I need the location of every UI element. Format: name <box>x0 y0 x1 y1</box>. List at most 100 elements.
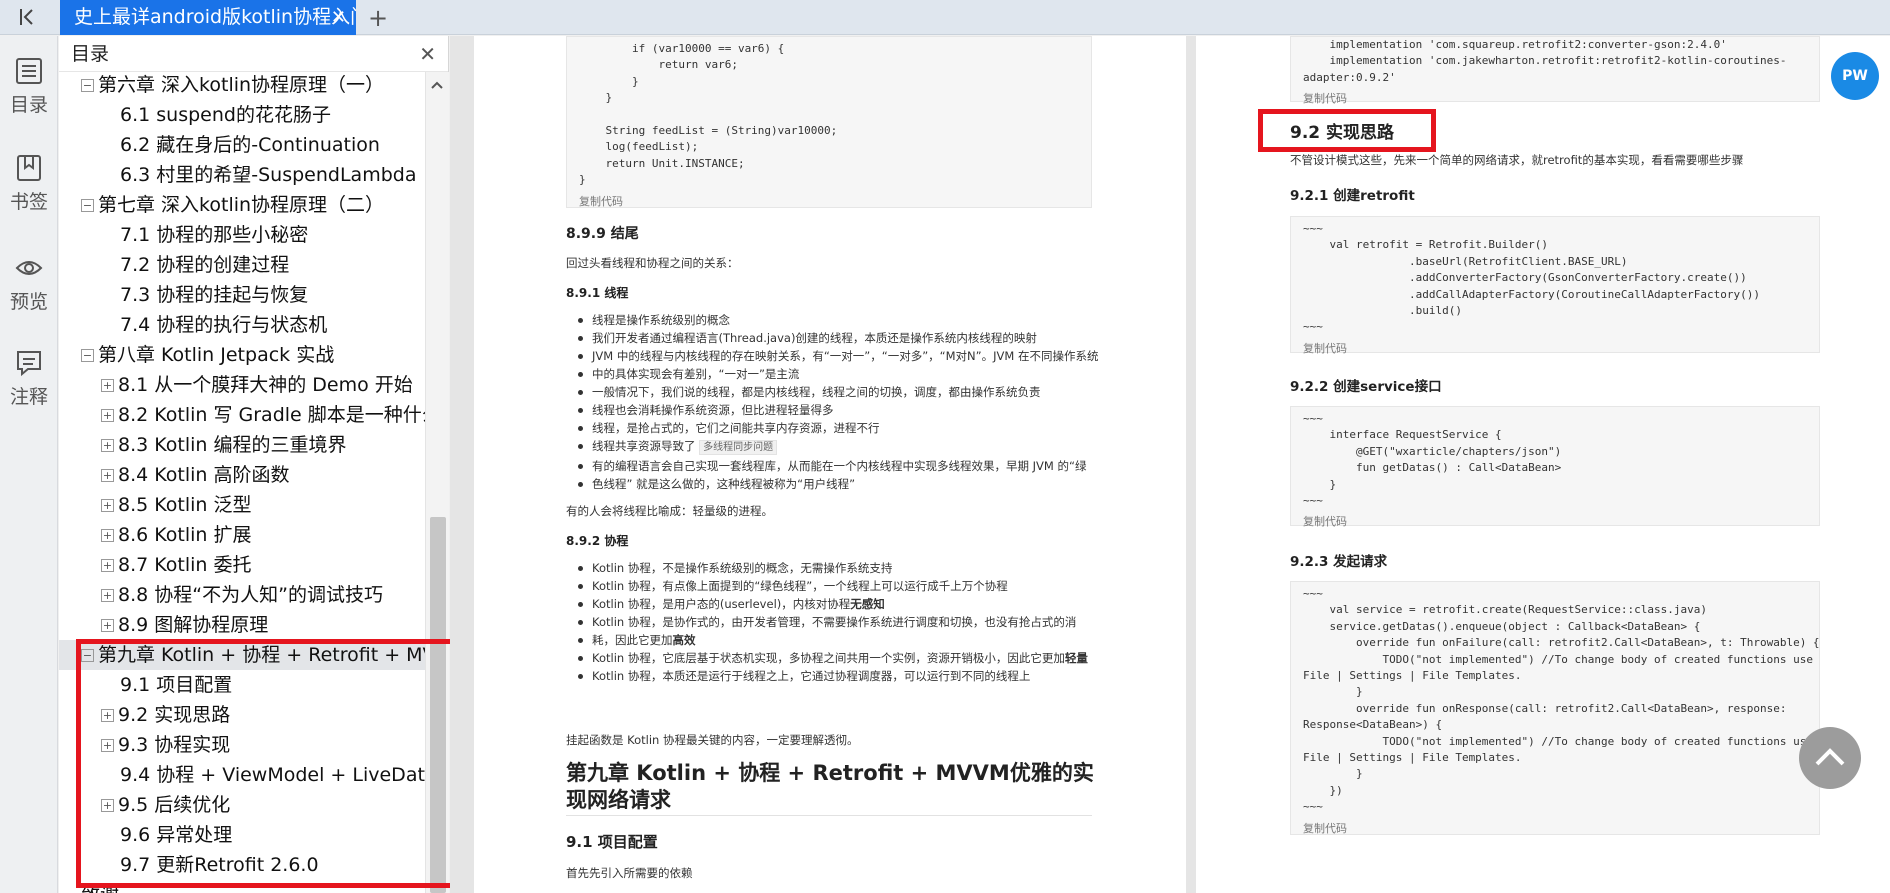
copy-code-link[interactable]: 复制代码 <box>567 193 1091 209</box>
toc-item[interactable]: 7.3 协程的挂起与恢复 <box>59 280 425 310</box>
code-text: ~~~ val service = retrofit.create(Reques… <box>1303 587 1820 814</box>
code-block: ~~~ val retrofit = Retrofit.Builder() .b… <box>1290 216 1820 356</box>
translate-icon: PW <box>1842 68 1868 84</box>
list-item: Kotlin 协程，是用户态的(userlevel)，内核对协程无感知 <box>566 595 1186 613</box>
toc-item-label: 第七章 深入kotlin协程原理（二） <box>98 194 385 216</box>
copy-code-link[interactable]: 复制代码 <box>1291 820 1819 836</box>
copy-code-link[interactable]: 复制代码 <box>1291 513 1819 529</box>
bold-text: 轻量 <box>1064 651 1088 665</box>
toc-item-label: 7.4 协程的执行与状态机 <box>120 314 328 336</box>
toc-item[interactable]: 7.2 协程的创建过程 <box>59 250 425 280</box>
comment-icon <box>17 351 41 377</box>
code-block: ~~~ interface RequestService { @GET("wxa… <box>1290 406 1820 529</box>
bold-text: 高效 <box>672 633 696 647</box>
toc-item-label: 第八章 Kotlin Jetpack 实战 <box>98 344 335 366</box>
list-icon <box>16 58 42 84</box>
toc-item[interactable]: +8.1 从一个膜拜大神的 Demo 开始 <box>59 370 425 400</box>
collapse-icon[interactable]: − <box>81 199 94 212</box>
copy-code-link[interactable]: 复制代码 <box>1291 90 1819 106</box>
expand-icon[interactable]: + <box>101 469 114 482</box>
paragraph: 首先先引入所需要的依赖 <box>566 866 693 880</box>
rail-comments[interactable]: 注释 <box>0 348 58 409</box>
toc-item[interactable]: +8.8 协程“不为人知”的调试技巧 <box>59 580 425 610</box>
toc-item[interactable]: 7.4 协程的执行与状态机 <box>59 310 425 340</box>
collapse-icon[interactable]: − <box>81 349 94 362</box>
collapse-icon[interactable]: − <box>81 79 94 92</box>
toc-item[interactable]: 7.1 协程的那些小秘密 <box>59 220 425 250</box>
toc-item-label: 7.3 协程的挂起与恢复 <box>120 284 309 306</box>
bookmark-icon <box>17 155 41 181</box>
list-item-text: 耗，因此它更加 <box>592 633 673 647</box>
list-item-cont: 中的具体实现会有差别，“一对一”是主流 <box>566 365 1186 383</box>
expand-icon[interactable]: + <box>101 379 114 392</box>
inline-code-chip: 多线程同步问题 <box>699 440 778 455</box>
list-item-text: Kotlin 协程，它底层基于状态机实现，多协程之间共用一个实例，资源开销极小，… <box>592 651 1065 665</box>
list-item-cont: 耗，因此它更加高效 <box>566 631 1186 649</box>
rail-bookmarks[interactable]: 书签 <box>0 153 58 214</box>
rail-bookmarks-label: 书签 <box>9 191 48 213</box>
list-item: Kotlin 协程，不是操作系统级别的概念，无需操作系统支持 <box>566 559 1186 577</box>
code-text: ~~~ val retrofit = Retrofit.Builder() .b… <box>1303 222 1760 334</box>
rail-toc[interactable]: 目录 <box>0 56 58 117</box>
list-item: Kotlin 协程，有点像上面提到的“绿色线程”，一个线程上可以运行成千上万个协… <box>566 577 1186 595</box>
heading-91: 9.1 项目配置 <box>566 833 658 851</box>
document-tab[interactable]: 史上最详android版kotlin协程入门进阶实战 ✕ <box>60 0 356 35</box>
toc-close-icon[interactable]: ✕ <box>419 36 436 72</box>
list-item-text: 线程共享资源导致了 <box>592 439 696 453</box>
toc-item[interactable]: 6.2 藏在身后的-Continuation <box>59 130 425 160</box>
expand-icon[interactable]: + <box>101 409 114 422</box>
scroll-up-icon[interactable] <box>430 80 444 90</box>
toc-item[interactable]: − 第八章 Kotlin Jetpack 实战 <box>59 340 425 370</box>
document-page-left: if (var10000 == var6) { return var6; } }… <box>474 36 1186 893</box>
collapse-sidebar-button[interactable] <box>14 6 40 28</box>
list-item: 线程是操作系统级别的概念 <box>566 311 1186 329</box>
tab-bar: 史上最详android版kotlin协程入门进阶实战 ✕ + <box>0 0 1890 35</box>
expand-icon[interactable]: + <box>101 619 114 632</box>
toc-item[interactable]: +8.3 Kotlin 编程的三重境界 <box>59 430 425 460</box>
toc-item[interactable]: +8.2 Kotlin 写 Gradle 脚本是一种什么体验 <box>59 400 425 430</box>
toc-item[interactable]: 6.1 suspend的花花肠子 <box>59 100 425 130</box>
chevron-up-icon <box>1815 748 1845 766</box>
paragraph: 回过头看线程和协程之间的关系： <box>566 256 739 270</box>
list-item: Kotlin 协程，本质还是运行于线程之上，它通过协程调度器，可以运行到不同的线… <box>566 667 1186 685</box>
heading-923: 9.2.3 发起请求 <box>1290 554 1388 570</box>
list-item: 我们开发者通过编程语言(Thread.java)创建的线程，本质还是操作系统内核… <box>566 329 1186 347</box>
toc-item[interactable]: +8.6 Kotlin 扩展 <box>59 520 425 550</box>
toc-item[interactable]: +8.4 Kotlin 高阶函数 <box>59 460 425 490</box>
toc-item-label: 第六章 深入kotlin协程原理（一） <box>98 74 385 96</box>
expand-icon[interactable]: + <box>101 439 114 452</box>
rail-comments-label: 注释 <box>9 386 48 408</box>
code-block: ~~~ val service = retrofit.create(Reques… <box>1290 581 1820 835</box>
toc-item[interactable]: +8.7 Kotlin 委托 <box>59 550 425 580</box>
eye-icon <box>15 261 43 275</box>
expand-icon[interactable]: + <box>101 589 114 602</box>
toc-item[interactable]: +8.5 Kotlin 泛型 <box>59 490 425 520</box>
new-tab-button[interactable]: + <box>368 4 388 32</box>
list-item: 有的编程语言会自己实现一套线程库，从而能在一个内核线程中实现多线程效果，早期 J… <box>566 457 1186 475</box>
expand-icon[interactable]: + <box>101 559 114 572</box>
document-page-right: implementation 'com.squareup.retrofit2:c… <box>1196 36 1890 893</box>
list-item: 线程也会消耗操作系统资源，但比进程轻量得多 <box>566 401 1186 419</box>
heading-922: 9.2.2 创建service接口 <box>1290 379 1442 395</box>
expand-icon[interactable]: + <box>101 529 114 542</box>
toc-item[interactable]: − 第六章 深入kotlin协程原理（一） <box>59 72 425 100</box>
heading-8992: 8.9.2 协程 <box>566 534 629 548</box>
toc-item-label: 8.2 Kotlin 写 Gradle 脚本是一种什么体验 <box>118 404 425 426</box>
toc-title: 目录 <box>71 43 110 65</box>
toc-item-label: 6.2 藏在身后的-Continuation <box>120 134 380 156</box>
tab-close-icon[interactable]: ✕ <box>331 0 346 35</box>
toc-item[interactable]: − 第七章 深入kotlin协程原理（二） <box>59 190 425 220</box>
toc-item[interactable]: 6.3 村里的希望-SuspendLambda <box>59 160 425 190</box>
bold-text: 无感知 <box>850 597 885 611</box>
translate-button[interactable]: PW <box>1831 52 1879 100</box>
copy-code-link[interactable]: 复制代码 <box>1291 340 1819 356</box>
expand-icon[interactable]: + <box>101 499 114 512</box>
list-item-cont: 色线程” 就是这么做的，这种线程被称为“用户线程” <box>566 475 1186 493</box>
chapter-9-heading: 第九章 Kotlin + 协程 + Retrofit + MVVM优雅的实现网络… <box>566 761 1094 812</box>
left-rail: 目录 书签 预览 注释 <box>0 36 58 893</box>
toc-item-label: 8.8 协程“不为人知”的调试技巧 <box>118 584 383 606</box>
toc-item[interactable]: +8.9 图解协程原理 <box>59 610 425 640</box>
scroll-to-top-button[interactable] <box>1799 727 1861 789</box>
rail-preview[interactable]: 预览 <box>0 253 58 314</box>
rail-preview-label: 预览 <box>9 291 48 313</box>
